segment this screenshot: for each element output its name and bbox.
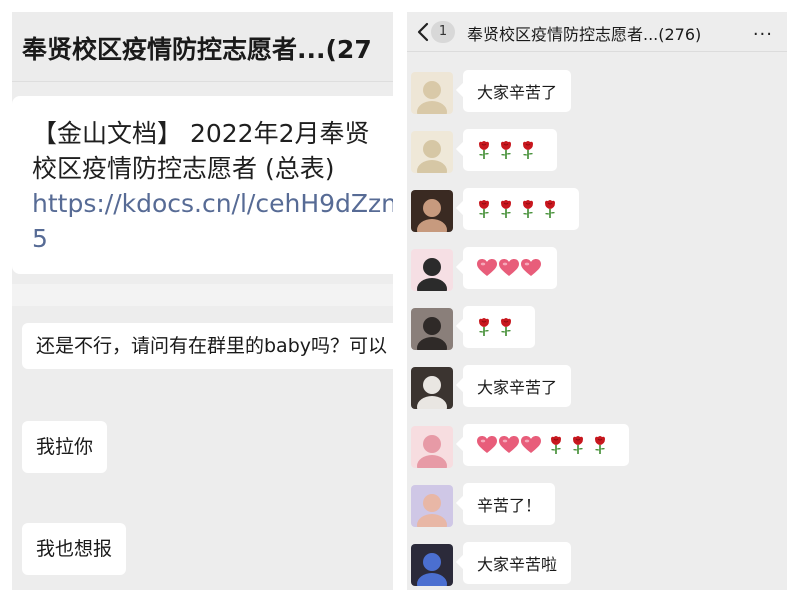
avatar[interactable] [411, 426, 453, 468]
message-bubble[interactable] [463, 306, 535, 348]
emoji-row [477, 140, 543, 160]
emoji-row [477, 435, 615, 455]
rose-emoji-icon [477, 317, 491, 337]
message-separator [12, 284, 393, 306]
chat-message: 大家辛苦了 [407, 70, 787, 116]
avatar[interactable] [411, 131, 453, 173]
message-text: 大家辛苦了 [477, 83, 558, 102]
rose-emoji-icon [477, 199, 491, 219]
message-bubble[interactable] [463, 188, 579, 230]
rose-emoji-icon [499, 317, 513, 337]
message-bubble[interactable] [463, 247, 557, 289]
chat-message [407, 306, 787, 352]
left-message-2[interactable]: 我拉你 [22, 421, 108, 473]
avatar[interactable] [411, 485, 453, 527]
right-chat-panel: 1 奉贤校区疫情防控志愿者...(276) ··· 大家辛苦了 大家辛苦了 辛苦了！… [407, 12, 787, 590]
avatar[interactable] [411, 190, 453, 232]
unread-count-badge[interactable]: 1 [431, 21, 455, 43]
left-chat-title: 奉贤校区疫情防控志愿者...(27 [22, 35, 372, 64]
rose-emoji-icon [521, 140, 535, 160]
message-bubble[interactable] [463, 424, 629, 466]
message-bubble[interactable]: 大家辛苦啦 [463, 542, 572, 584]
rose-emoji-icon [593, 435, 607, 455]
heart-emoji-icon [477, 259, 497, 277]
rose-emoji-icon [571, 435, 585, 455]
chat-message [407, 188, 787, 234]
rose-emoji-icon [477, 140, 491, 160]
avatar[interactable] [411, 308, 453, 350]
doc-line-2: 校区疫情防控志愿者 (总表) [32, 154, 335, 183]
chat-message [407, 247, 787, 293]
chat-message: 大家辛苦啦 [407, 542, 787, 588]
left-chat-header: 奉贤校区疫情防控志愿者...(27 [12, 12, 393, 82]
rose-emoji-icon [499, 140, 513, 160]
chat-message: 大家辛苦了 [407, 365, 787, 411]
emoji-row [477, 317, 521, 337]
chevron-left-icon[interactable] [415, 21, 431, 43]
message-bubble[interactable]: 大家辛苦了 [463, 365, 572, 407]
emoji-row [477, 199, 565, 219]
heart-emoji-icon [499, 259, 519, 277]
more-dots-icon[interactable]: ··· [753, 24, 773, 45]
rose-emoji-icon [549, 435, 563, 455]
avatar[interactable] [411, 367, 453, 409]
heart-emoji-icon [499, 436, 519, 454]
message-text: 大家辛苦了 [477, 378, 558, 397]
chat-message: 辛苦了！ [407, 483, 787, 529]
left-message-1[interactable]: 还是不行，请问有在群里的baby吗？可以 [22, 323, 393, 369]
left-message-3[interactable]: 我也想报 [22, 523, 127, 575]
right-chat-header: 1 奉贤校区疫情防控志愿者...(276) ··· [407, 12, 787, 52]
rose-emoji-icon [521, 199, 535, 219]
message-bubble[interactable]: 辛苦了！ [463, 483, 556, 525]
doc-link[interactable]: https://kdocs.cn/l/cehH9dZzn [32, 186, 393, 221]
chat-message [407, 424, 787, 470]
heart-emoji-icon [521, 436, 541, 454]
emoji-row [477, 259, 543, 277]
avatar[interactable] [411, 544, 453, 586]
message-bubble[interactable]: 大家辛苦了 [463, 70, 572, 112]
doc-line-1: 【金山文档】 2022年2月奉贤 [32, 119, 370, 148]
avatar[interactable] [411, 249, 453, 291]
doc-link-continued[interactable]: 5 [32, 221, 393, 256]
rose-emoji-icon [499, 199, 513, 219]
right-chat-title: 奉贤校区疫情防控志愿者...(276) [467, 25, 702, 44]
heart-emoji-icon [477, 436, 497, 454]
message-text: 辛苦了！ [477, 496, 542, 515]
rose-emoji-icon [543, 199, 557, 219]
avatar[interactable] [411, 72, 453, 114]
chat-message [407, 129, 787, 175]
message-bubble[interactable] [463, 129, 557, 171]
left-chat-panel: 奉贤校区疫情防控志愿者...(27 【金山文档】 2022年2月奉贤 校区疫情防… [12, 12, 393, 590]
message-text: 大家辛苦啦 [477, 555, 558, 574]
heart-emoji-icon [521, 259, 541, 277]
shared-doc-message[interactable]: 【金山文档】 2022年2月奉贤 校区疫情防控志愿者 (总表) https://… [12, 96, 393, 274]
